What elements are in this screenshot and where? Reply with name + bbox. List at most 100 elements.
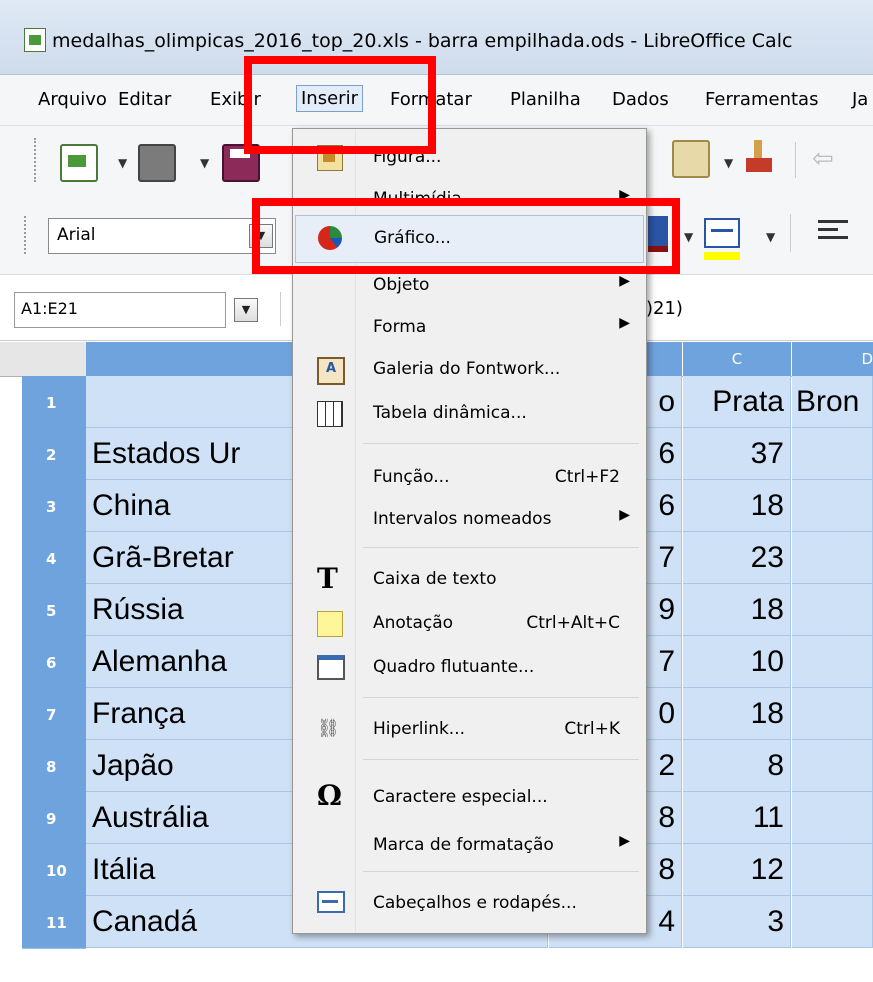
clone-formatting-icon[interactable]	[744, 140, 774, 174]
cell-c[interactable]: 3	[683, 896, 791, 948]
menu-item-anotacao[interactable]: Anotação Ctrl+Alt+C	[295, 601, 642, 645]
cell-c[interactable]: 18	[683, 480, 791, 532]
open-folder-icon[interactable]	[138, 144, 176, 182]
row-header[interactable]: 9	[22, 792, 86, 845]
menu-item-label: Intervalos nomeados	[373, 509, 552, 529]
row-header[interactable]: 2	[22, 428, 86, 481]
menu-item-intervalos-nomeados[interactable]: Intervalos nomeados ▶	[295, 497, 642, 541]
text-box-icon: T	[317, 562, 338, 595]
formula-input[interactable]: )21)	[646, 298, 683, 319]
toolbar-grip[interactable]	[34, 138, 39, 182]
select-all-corner[interactable]	[22, 342, 86, 376]
pivot-table-icon	[317, 401, 343, 427]
hyperlink-icon: ⛓	[317, 718, 340, 739]
menu-planilha[interactable]: Planilha	[510, 89, 581, 110]
cell-c[interactable]: 18	[683, 688, 791, 740]
chevron-down-icon[interactable]: ▼	[724, 156, 733, 170]
menu-item-cabecalhos-rodapes[interactable]: Cabeçalhos e rodapés...	[295, 881, 642, 925]
chevron-down-icon[interactable]: ▼	[118, 156, 127, 170]
column-header-d[interactable]: D	[792, 342, 873, 376]
menu-ferramentas[interactable]: Ferramentas	[705, 89, 818, 110]
row-number: 1	[46, 394, 57, 412]
menu-arquivo[interactable]: Arquivo	[38, 89, 107, 110]
cell-c[interactable]: 23	[683, 532, 791, 584]
calc-app-icon	[24, 28, 46, 52]
menu-dados[interactable]: Dados	[612, 89, 669, 110]
highlight-color-icon[interactable]	[704, 218, 740, 260]
align-left-icon[interactable]	[818, 218, 852, 246]
chevron-down-icon[interactable]: ▼	[234, 298, 258, 322]
menu-separator	[363, 759, 639, 760]
cell-d[interactable]	[792, 792, 873, 844]
row-number: 10	[46, 862, 67, 880]
menu-item-fontwork[interactable]: A Galeria do Fontwork...	[295, 347, 642, 391]
menu-item-label: Função...	[373, 467, 450, 487]
row-header[interactable]: 11	[22, 896, 86, 949]
paste-icon[interactable]	[672, 140, 710, 178]
chevron-down-icon[interactable]: ▼	[766, 230, 775, 244]
row-number: 11	[46, 914, 67, 932]
undo-icon[interactable]: ⇦	[812, 144, 834, 174]
row-header[interactable]: 8	[22, 740, 86, 793]
font-name-combo[interactable]: Arial ▼	[48, 218, 276, 254]
cell-c[interactable]: 11	[683, 792, 791, 844]
menu-item-caractere-especial[interactable]: Ω Caractere especial...	[295, 775, 642, 819]
cell-d[interactable]	[792, 532, 873, 584]
menu-editar[interactable]: Editar	[118, 89, 171, 110]
cell-d[interactable]	[792, 428, 873, 480]
row-header[interactable]: 1	[22, 376, 86, 429]
cell-d[interactable]	[792, 844, 873, 896]
row-header[interactable]: 4	[22, 532, 86, 585]
cell-c[interactable]: 8	[683, 740, 791, 792]
menu-item-label: Hiperlink...	[373, 719, 466, 739]
name-box[interactable]: A1:E21	[14, 292, 226, 328]
menu-item-shortcut: Ctrl+K	[564, 719, 620, 739]
menu-item-quadro-flutuante[interactable]: Quadro flutuante...	[295, 645, 642, 689]
cell-d[interactable]	[792, 740, 873, 792]
menu-item-caixa-de-texto[interactable]: T Caixa de texto	[295, 557, 642, 601]
menu-separator	[363, 547, 639, 548]
menu-item-marca-de-formatacao[interactable]: Marca de formatação ▶	[295, 823, 642, 867]
column-header-c[interactable]: C	[683, 342, 792, 376]
menu-bar: Arquivo Editar Exibir Inserir Formatar P…	[0, 75, 873, 126]
toolbar-grip[interactable]	[24, 216, 29, 254]
chevron-down-icon[interactable]: ▼	[684, 230, 693, 244]
cell-c[interactable]: 12	[683, 844, 791, 896]
row-header[interactable]: 7	[22, 688, 86, 741]
header-footer-icon	[317, 891, 345, 913]
row-header[interactable]: 6	[22, 636, 86, 689]
row-header[interactable]: 3	[22, 480, 86, 533]
menu-janela[interactable]: Ja	[852, 89, 868, 110]
window-title: medalhas_olimpicas_2016_top_20.xls - bar…	[52, 30, 793, 52]
cell-d[interactable]: Bron	[792, 376, 873, 428]
row-header[interactable]: 5	[22, 584, 86, 637]
floating-frame-icon	[317, 655, 345, 680]
fontwork-icon: A	[317, 357, 345, 385]
menu-separator	[363, 697, 639, 698]
menu-item-funcao[interactable]: Função... Ctrl+F2	[295, 455, 642, 499]
menu-item-label: Galeria do Fontwork...	[373, 359, 561, 379]
cell-d[interactable]	[792, 584, 873, 636]
menu-item-forma[interactable]: Forma ▶	[295, 305, 642, 349]
cell-d[interactable]	[792, 688, 873, 740]
menu-item-label: Quadro flutuante...	[373, 657, 535, 677]
chevron-down-icon[interactable]: ▼	[200, 156, 209, 170]
row-header[interactable]: 10	[22, 844, 86, 897]
row-number: 6	[46, 654, 57, 672]
menu-item-label: Objeto	[373, 275, 430, 295]
menu-item-tabela-dinamica[interactable]: Tabela dinâmica...	[295, 391, 642, 435]
menu-item-label: Cabeçalhos e rodapés...	[373, 893, 577, 913]
cell-c[interactable]: 18	[683, 584, 791, 636]
cell-d[interactable]	[792, 896, 873, 948]
cell-c[interactable]: 10	[683, 636, 791, 688]
title-bar: medalhas_olimpicas_2016_top_20.xls - bar…	[0, 0, 873, 75]
menu-item-hiperlink[interactable]: ⛓ Hiperlink... Ctrl+K	[295, 707, 642, 751]
row-number: 2	[46, 446, 57, 464]
cell-d[interactable]	[792, 480, 873, 532]
menu-item-label: Marca de formatação	[373, 835, 554, 855]
cell-d[interactable]	[792, 636, 873, 688]
new-spreadsheet-icon[interactable]	[60, 144, 98, 182]
cell-c[interactable]: Prata	[683, 376, 791, 428]
omega-icon: Ω	[317, 779, 342, 812]
cell-c[interactable]: 37	[683, 428, 791, 480]
